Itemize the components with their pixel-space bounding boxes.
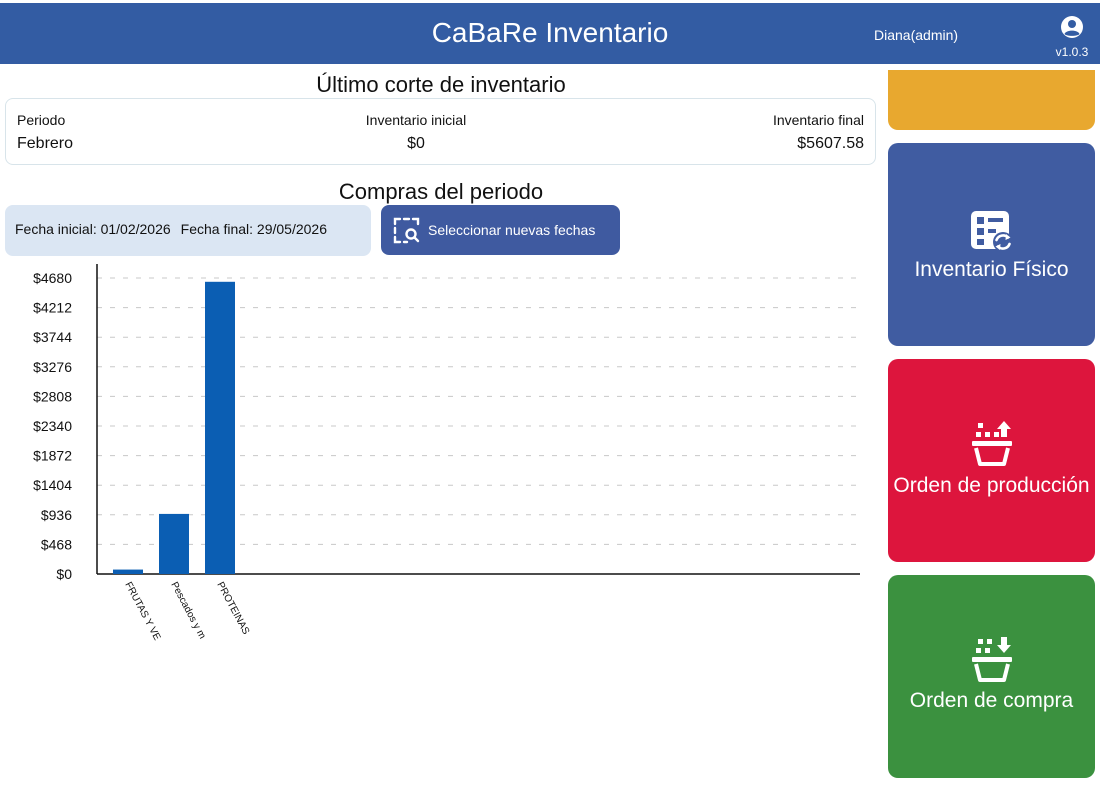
y-tick-label: $2808 xyxy=(33,388,72,404)
last-cut-title: Último corte de inventario xyxy=(316,72,566,97)
y-tick-label: $3276 xyxy=(33,359,72,375)
x-tick-label: PROTEINAS xyxy=(214,580,251,636)
app-header: CaBaRe Inventario Diana(admin) v1.0.3 xyxy=(0,3,1100,64)
purchase-order-label: Orden de compra xyxy=(909,689,1074,712)
purchase-order-tile[interactable]: Orden de compra xyxy=(888,575,1095,778)
final-inventory-label: Inventario final xyxy=(772,112,864,128)
y-tick-label: $4212 xyxy=(33,300,72,316)
y-tick-label: $468 xyxy=(41,536,72,552)
select-dates-label: Seleccionar nuevas fechas xyxy=(428,222,596,238)
start-date: Fecha inicial: 01/02/2026 xyxy=(15,221,171,237)
production-order-label: Orden de producción xyxy=(893,474,1090,497)
select-dates-button[interactable]: Seleccionar nuevas fechas xyxy=(381,205,620,255)
period-label: Periodo xyxy=(17,112,66,128)
x-tick-label: Pescados y m xyxy=(168,580,207,641)
user-name[interactable]: Diana(admin) xyxy=(874,27,958,43)
physical-inventory-tile[interactable]: Inventario Físico xyxy=(888,143,1095,346)
bar xyxy=(159,513,189,574)
date-range-box: Fecha inicial: 01/02/2026 Fecha final: 29… xyxy=(5,205,371,256)
initial-inventory-value: $0 xyxy=(407,135,425,152)
period-value: Febrero xyxy=(17,135,74,152)
y-tick-label: $936 xyxy=(41,507,72,523)
y-tick-label: $3744 xyxy=(33,329,72,345)
app-version: v1.0.3 xyxy=(1055,45,1089,59)
y-tick-label: $4680 xyxy=(33,270,72,286)
initial-inventory-column: Inventario inicial $0 xyxy=(316,112,516,153)
tile-orange[interactable] xyxy=(888,70,1095,130)
end-date: Fecha final: 29/05/2026 xyxy=(180,221,328,237)
account-circle-icon xyxy=(1061,16,1083,38)
basket-download-icon xyxy=(971,637,1012,682)
bar xyxy=(113,569,143,574)
production-order-tile[interactable]: Orden de producción xyxy=(888,359,1095,562)
account-button[interactable]: v1.0.3 xyxy=(1052,15,1092,59)
physical-inventory-label: Inventario Físico xyxy=(914,258,1069,281)
initial-inventory-label: Inventario inicial xyxy=(365,112,467,128)
purchases-bar-chart: $0 $468 $936 $1404 $1872 $2340 $2808 $3276 $3744… xyxy=(33,264,860,643)
last-cut-card: Periodo Febrero Inventario inicial $0 In… xyxy=(5,98,876,165)
purchases-title: Compras del periodo xyxy=(338,179,544,204)
basket-upload-icon xyxy=(971,421,1012,466)
calendar-search-icon xyxy=(393,217,420,244)
y-tick-label: $1404 xyxy=(33,477,72,493)
final-inventory-value: $5607.58 xyxy=(797,135,864,152)
period-column: Periodo Febrero xyxy=(17,112,73,153)
inventory-sync-icon xyxy=(970,211,1013,252)
y-tick-label: $1872 xyxy=(33,448,72,464)
y-tick-label: $0 xyxy=(56,566,72,582)
final-inventory-column: Inventario final $5607.58 xyxy=(773,112,864,153)
bar xyxy=(205,281,235,574)
y-tick-label: $2340 xyxy=(33,418,72,434)
x-tick-label: FRUTAS Y VE xyxy=(122,580,162,642)
